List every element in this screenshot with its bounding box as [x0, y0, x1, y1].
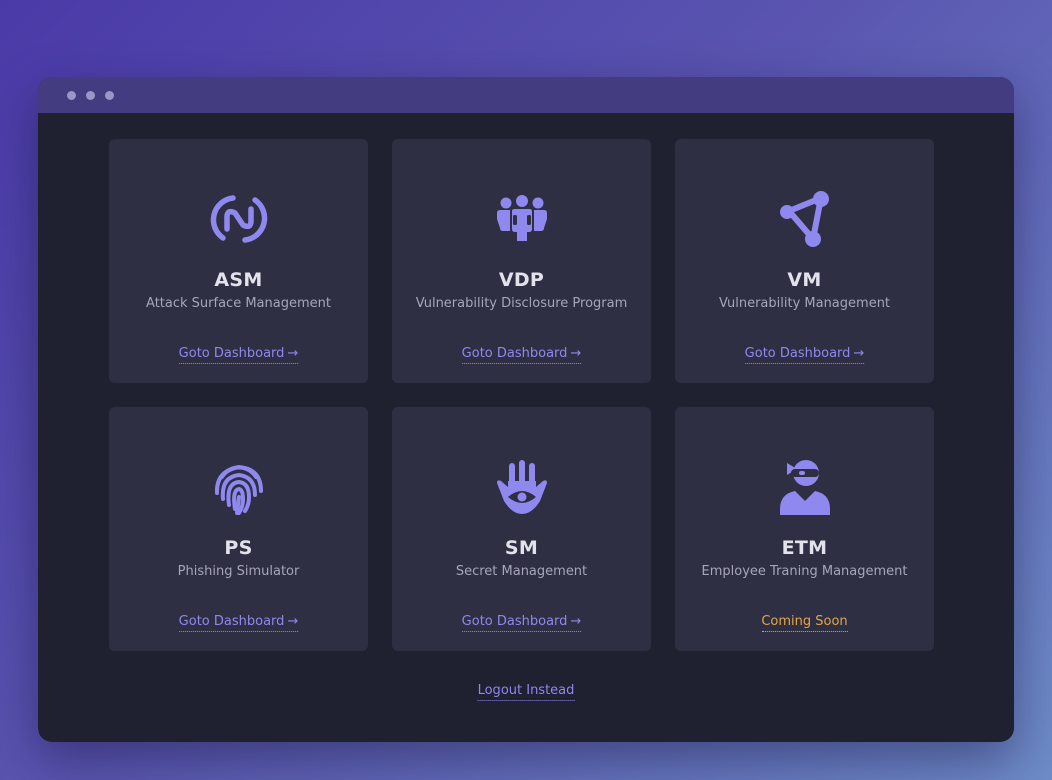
product-name: Phishing Simulator [177, 564, 300, 579]
product-name: Employee Traning Management [701, 564, 908, 579]
window-dot [86, 91, 95, 100]
card-vdp: VDP Vulnerability Disclosure Program Got… [392, 139, 651, 383]
arrow-right-icon: → [287, 346, 299, 361]
logout-link[interactable]: Logout Instead [477, 683, 575, 701]
people-group-icon [492, 189, 552, 249]
product-name: Attack Surface Management [146, 296, 331, 311]
product-grid: ASM Attack Surface Management Goto Dashb… [109, 139, 935, 651]
arrow-right-icon: → [853, 346, 865, 361]
app-window: ASM Attack Surface Management Goto Dashb… [38, 77, 1014, 742]
product-code: ETM [781, 537, 828, 559]
arrow-right-icon: → [287, 614, 299, 629]
product-code: VDP [498, 269, 545, 291]
product-code: ASM [214, 269, 263, 291]
triangle-nodes-icon [775, 189, 835, 249]
product-name: Vulnerability Disclosure Program [415, 296, 628, 311]
card-vm: VM Vulnerability Management Goto Dashboa… [675, 139, 934, 383]
product-name: Vulnerability Management [718, 296, 891, 311]
arrow-right-icon: → [570, 614, 582, 629]
card-etm: ETM Employee Traning Management Coming S… [675, 407, 934, 651]
coming-soon-label: Coming Soon [761, 614, 848, 632]
goto-dashboard-link[interactable]: Goto Dashboard → [461, 346, 582, 364]
window-dot [67, 91, 76, 100]
nfc-link-icon [209, 189, 269, 249]
fingerprint-icon [209, 457, 269, 517]
goto-dashboard-link[interactable]: Goto Dashboard → [178, 346, 299, 364]
goto-dashboard-link[interactable]: Goto Dashboard → [178, 614, 299, 632]
user-ninja-icon [775, 457, 835, 517]
card-sm: SM Secret Management Goto Dashboard → [392, 407, 651, 651]
window-dot [105, 91, 114, 100]
hamsa-eye-icon [492, 457, 552, 517]
product-name: Secret Management [455, 564, 588, 579]
window-titlebar [38, 77, 1014, 113]
card-ps: PS Phishing Simulator Goto Dashboard → [109, 407, 368, 651]
arrow-right-icon: → [570, 346, 582, 361]
product-code: VM [787, 269, 822, 291]
goto-dashboard-link[interactable]: Goto Dashboard → [461, 614, 582, 632]
card-asm: ASM Attack Surface Management Goto Dashb… [109, 139, 368, 383]
product-code: PS [224, 537, 253, 559]
goto-dashboard-link[interactable]: Goto Dashboard → [744, 346, 865, 364]
product-code: SM [504, 537, 539, 559]
